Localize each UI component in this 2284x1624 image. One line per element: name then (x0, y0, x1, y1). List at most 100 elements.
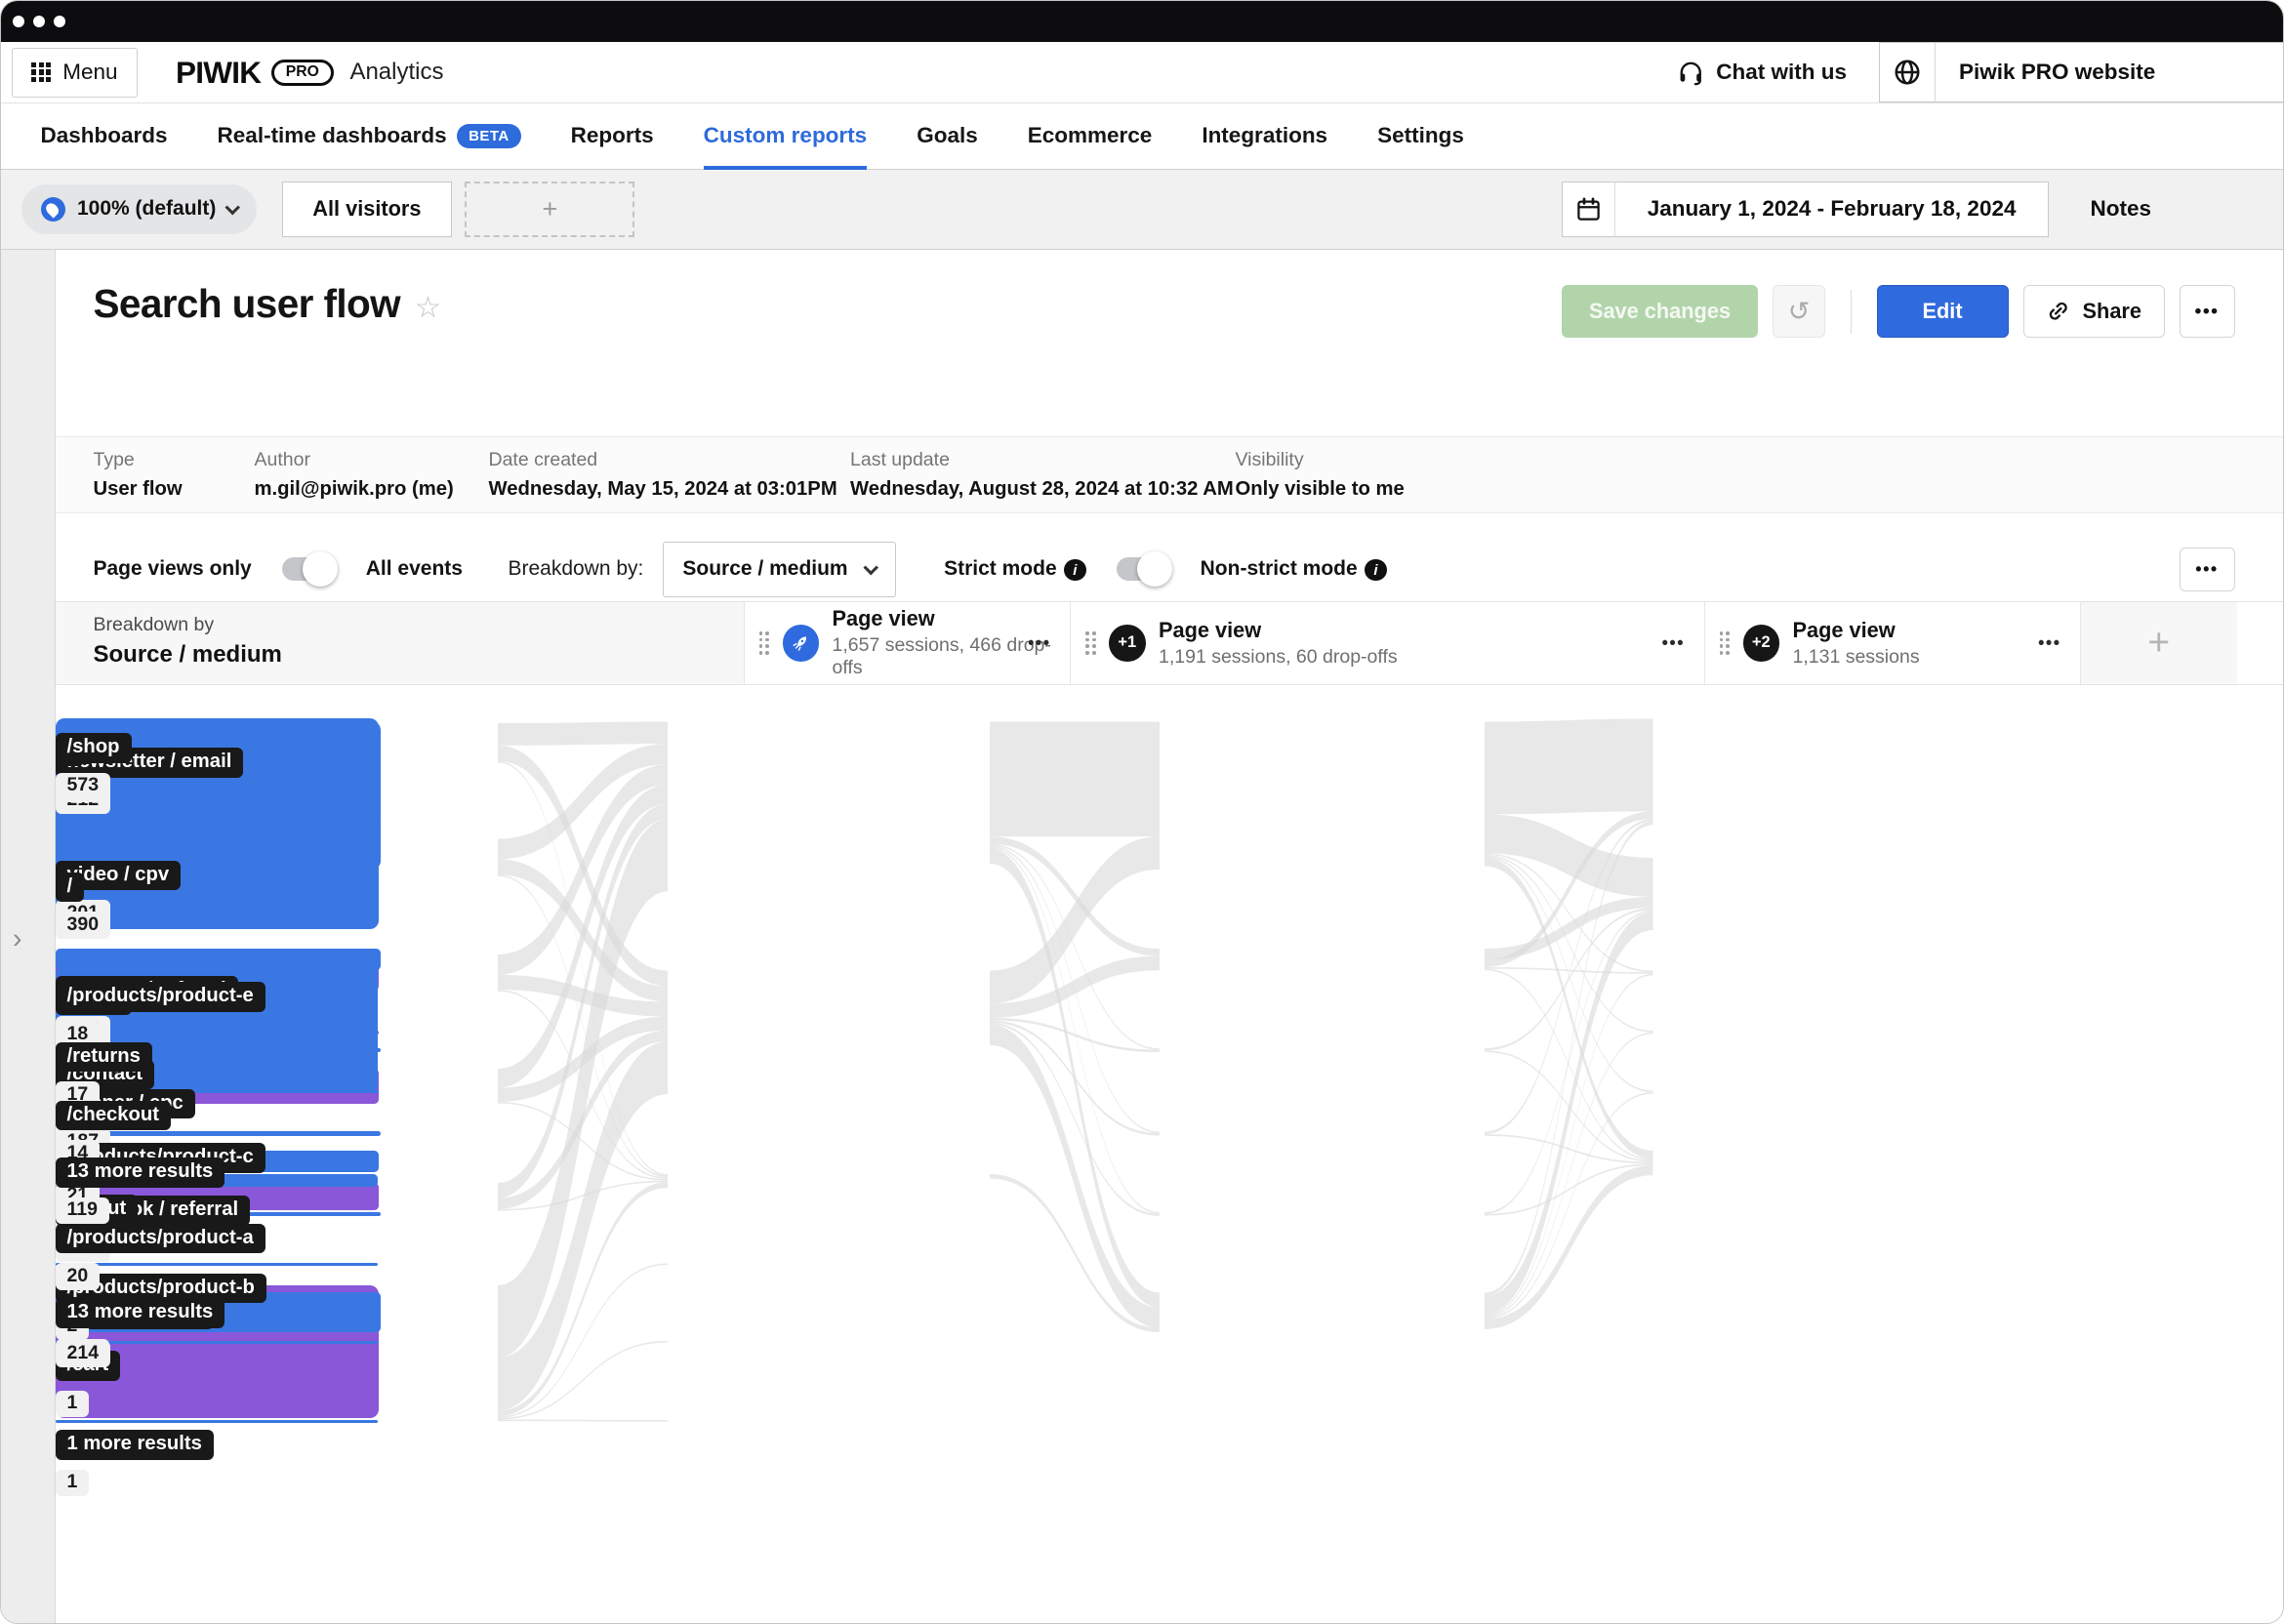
node-label: /products/product-a (55, 1223, 265, 1253)
edit-button[interactable]: Edit (1876, 285, 2009, 338)
brand-product: Analytics (349, 59, 444, 85)
drag-handle-icon[interactable] (1085, 630, 1096, 655)
meta-label: Visibility (1235, 448, 1304, 470)
meta-value: Only visible to me (1235, 478, 1405, 500)
controls-more-button[interactable]: ••• (2179, 547, 2235, 591)
step-more-button[interactable]: ••• (1662, 632, 1685, 653)
more-actions-button[interactable]: ••• (2179, 285, 2235, 338)
step-more-button[interactable]: ••• (1028, 632, 1050, 653)
drag-handle-icon[interactable] (1719, 630, 1730, 655)
filter-bar: 100% (default) All visitors + January 1,… (1, 169, 2283, 250)
sankey-link[interactable] (497, 721, 668, 746)
sankey-link[interactable] (1484, 813, 1653, 897)
sampling-dropdown[interactable]: 100% (default) (21, 183, 258, 234)
share-button[interactable]: Share (2022, 285, 2165, 338)
step-header-1: Page view 1,657 sessions, 466 drop-offs •… (743, 602, 1071, 684)
flow-node-products-product-e[interactable] (55, 970, 379, 975)
date-range-picker[interactable]: January 1, 2024 - February 18, 2024 (1561, 181, 2050, 237)
app-header: Menu PIWIK PRO Analytics Chat with us Pi… (1, 42, 2283, 103)
website-selector[interactable]: Piwik PRO website (1879, 42, 2283, 102)
node-label: 1 more results (55, 1430, 214, 1460)
flow-canvas: newsletter / email212video / cpv201linke… (55, 685, 2237, 1601)
sankey-link[interactable] (989, 835, 1160, 1003)
divider (1850, 289, 1853, 334)
node-label: /shop (55, 733, 132, 763)
meta-value: Wednesday, August 28, 2024 at 10:32 AM (850, 478, 1234, 500)
website-name: Piwik PRO website (1959, 60, 2156, 84)
node-count: 20 (55, 1263, 101, 1290)
add-segment-button[interactable]: + (465, 181, 635, 237)
favorite-star-icon[interactable]: ☆ (415, 292, 441, 324)
headset-icon (1680, 61, 1701, 86)
notes-button[interactable]: Notes (2090, 196, 2151, 222)
undo-icon[interactable]: ↺ (1773, 285, 1826, 338)
tab-integrations[interactable]: Integrations (1202, 103, 1327, 169)
step-more-button[interactable]: ••• (2038, 632, 2060, 653)
save-changes-button[interactable]: Save changes (1561, 285, 1759, 338)
page-views-only-label[interactable]: Page views only (94, 557, 252, 581)
meta-value: User flow (93, 478, 183, 500)
brand-pro-badge: PRO (270, 59, 334, 86)
flow-node-shop[interactable] (55, 948, 381, 970)
tab-custom-reports[interactable]: Custom reports (703, 103, 867, 171)
brand-piwik: PIWIK (176, 54, 262, 90)
node-label: / (55, 872, 85, 902)
sankey-link[interactable] (1484, 966, 1653, 974)
sankey-link[interactable] (497, 1418, 668, 1422)
page-title: Search user flow ☆ (93, 280, 441, 326)
menu-button[interactable]: Menu (11, 47, 139, 98)
report-actions: Save changes ↺ Edit Share ••• (1561, 285, 2235, 338)
breakdown-header-cell: Breakdown by Source / medium (55, 602, 744, 684)
segment-all-visitors[interactable]: All visitors (281, 181, 452, 237)
window-control-icon[interactable] (33, 16, 45, 27)
plus-icon: + (542, 193, 558, 223)
main-nav: Dashboards Real-time dashboards BETA Repo… (1, 103, 2283, 171)
meta-label: Author (254, 448, 310, 470)
chat-label: Chat with us (1716, 60, 1847, 84)
globe-icon (1895, 60, 1920, 85)
sankey-link[interactable] (989, 721, 1160, 836)
chat-with-us-button[interactable]: Chat with us (1645, 42, 1879, 102)
add-step-button[interactable]: + (2080, 602, 2237, 684)
tab-ecommerce[interactable]: Ecommerce (1028, 103, 1153, 169)
flow-node-products-product-b[interactable] (55, 1263, 378, 1266)
report-card: Search user flow ☆ Save changes ↺ Edit Sh… (55, 250, 2283, 1623)
strict-mode-toggle[interactable] (1117, 551, 1173, 587)
tab-reports[interactable]: Reports (571, 103, 654, 169)
sankey-link[interactable] (1484, 1133, 1653, 1163)
chevron-down-icon (863, 559, 878, 575)
breakdown-select[interactable]: Source / medium (662, 541, 896, 597)
meta-label: Date created (488, 448, 598, 470)
tab-dashboards[interactable]: Dashboards (41, 103, 168, 169)
strict-mode-label[interactable]: Strict mode i (944, 557, 1086, 582)
report-metadata: Type User flow Author m.gil@piwik.pro (me)… (55, 435, 2283, 513)
chevron-down-icon (225, 199, 241, 215)
info-icon[interactable]: i (1064, 558, 1086, 582)
sankey-link[interactable] (1484, 968, 1653, 1160)
tab-settings[interactable]: Settings (1377, 103, 1464, 169)
meta-value: Wednesday, May 15, 2024 at 03:01PM (488, 478, 837, 500)
flow-column-headers: Breakdown by Source / medium Page view 1,… (55, 601, 2283, 685)
window-control-icon[interactable] (13, 16, 24, 27)
nonstrict-mode-label[interactable]: Non-strict mode i (1201, 557, 1387, 582)
node-label: /returns (55, 1041, 152, 1072)
sampling-value: 100% (default) (77, 197, 217, 221)
tab-goals[interactable]: Goals (917, 103, 978, 169)
window-control-icon[interactable] (54, 16, 65, 27)
node-label: 13 more results (55, 1157, 225, 1188)
flow-node-1-more-results[interactable] (55, 1419, 378, 1423)
drag-handle-icon[interactable] (758, 630, 769, 655)
rocket-icon (782, 625, 819, 662)
node-count: 390 (55, 912, 111, 939)
node-label: 13 more results (55, 1298, 225, 1328)
beta-badge: BETA (457, 124, 521, 148)
tab-realtime-dashboards[interactable]: Real-time dashboards BETA (218, 103, 521, 169)
info-icon[interactable]: i (1365, 558, 1387, 582)
meta-label: Last update (850, 448, 950, 470)
all-events-label[interactable]: All events (366, 557, 463, 581)
expand-panel-icon[interactable]: › (13, 923, 22, 955)
events-toggle[interactable] (282, 551, 339, 587)
sampling-icon (40, 196, 65, 222)
step-plus2-badge: +2 (1742, 625, 1779, 662)
sankey-link[interactable] (1484, 718, 1653, 814)
